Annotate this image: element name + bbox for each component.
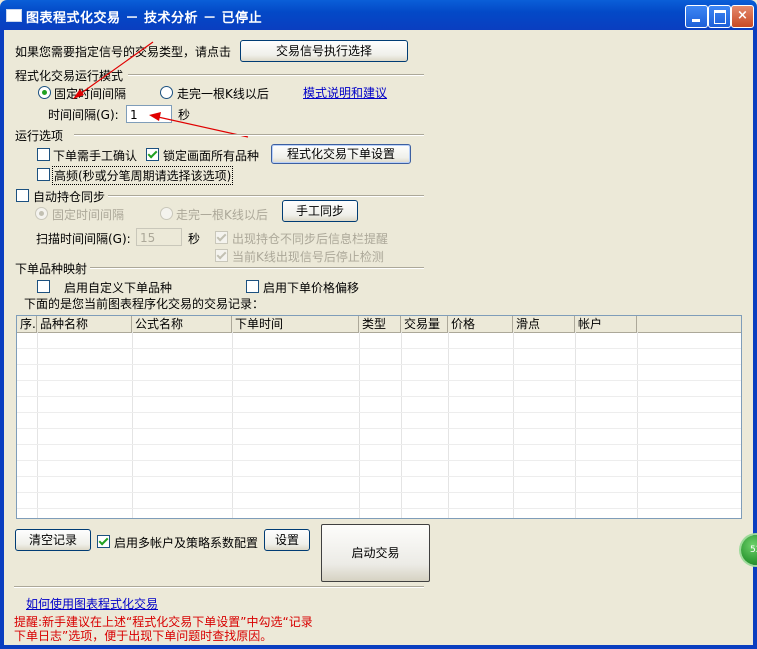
grid-row-line <box>17 364 741 365</box>
custom-symbol-label: 启用自定义下单品种 <box>64 281 173 295</box>
records-caption: 下面的是您当前图表程序化交易的交易记录： <box>24 297 265 311</box>
price-offset-label: 启用下单价格偏移 <box>263 281 360 295</box>
grid-column-line <box>575 332 576 518</box>
stop-on-signal-checkbox[interactable] <box>215 249 228 262</box>
grid-column-line <box>401 332 402 518</box>
col-type[interactable]: 类型 <box>359 316 401 332</box>
col-volume[interactable]: 交易量 <box>401 316 448 332</box>
sync-kline-radio[interactable] <box>160 207 173 220</box>
sync-fixed-label: 固定时间间隔 <box>52 208 125 222</box>
col-formula[interactable]: 公式名称 <box>132 316 232 332</box>
lock-all-label: 锁定画面所有品种 <box>163 149 260 163</box>
col-order-time[interactable]: 下单时间 <box>232 316 359 332</box>
col-symbol[interactable]: 品种名称 <box>37 316 132 332</box>
col-index[interactable]: 序. <box>17 316 37 332</box>
grid-column-line <box>232 332 233 518</box>
bottom-separator <box>14 586 424 588</box>
price-offset-checkbox[interactable] <box>246 280 259 293</box>
high-freq-checkbox[interactable] <box>37 168 50 181</box>
order-settings-button[interactable]: 程式化交易下单设置 <box>271 144 411 164</box>
grid-row-line <box>17 444 741 445</box>
stop-on-signal-label: 当前K线出现信号后停止检测 <box>232 250 384 264</box>
grid-row-line <box>17 380 741 381</box>
options-group-label: 运行选项 <box>15 129 64 143</box>
grid-row-line <box>17 428 741 429</box>
col-slippage[interactable]: 滑点 <box>513 316 575 332</box>
col-account[interactable]: 帐户 <box>575 316 637 332</box>
scan-interval-label: 扫描时间间隔(G): <box>36 232 131 246</box>
manual-sync-button[interactable]: 手工同步 <box>282 200 358 222</box>
manual-confirm-label: 下单需手工确认 <box>53 149 138 163</box>
grid-column-line <box>37 332 38 518</box>
scan-interval-unit: 秒 <box>188 232 201 246</box>
custom-symbol-checkbox[interactable] <box>37 280 50 293</box>
grid-column-line <box>132 332 133 518</box>
mapping-group-label: 下单品种映射 <box>15 262 88 276</box>
grid-row-line <box>17 476 741 477</box>
manual-confirm-checkbox[interactable] <box>37 148 50 161</box>
alert-mismatch-checkbox[interactable] <box>215 231 228 244</box>
warning-line-2: 下单日志”选项，便于出现下单问题时查找原因。 <box>14 629 273 643</box>
records-table[interactable]: 序. 品种名称 公式名称 下单时间 类型 交易量 价格 滑点 帐户 <box>16 315 742 519</box>
sync-kline-label: 走完一根K线以后 <box>176 208 268 222</box>
scan-interval-input[interactable]: 15 <box>136 228 182 246</box>
sync-fixed-radio[interactable] <box>35 207 48 220</box>
col-price[interactable]: 价格 <box>448 316 513 332</box>
sync-separator <box>108 195 424 197</box>
grid-column-line <box>359 332 360 518</box>
window: 图表程式化交易 － 技术分析 － 已停止 × 如果您需要指定信号的交易类型，请点… <box>0 0 757 649</box>
grid-column-line <box>637 332 638 518</box>
grid-row-line <box>17 348 741 349</box>
multi-account-label: 启用多帐户及策略系数配置 <box>114 536 259 550</box>
grid-row-line <box>17 412 741 413</box>
alert-mismatch-label: 出现持仓不同步后信息栏提醒 <box>232 232 389 246</box>
start-trading-button[interactable]: 启动交易 <box>321 524 430 582</box>
options-separator <box>74 134 424 136</box>
mapping-separator <box>90 267 424 269</box>
table-header: 序. 品种名称 公式名称 下单时间 类型 交易量 价格 滑点 帐户 <box>17 316 741 333</box>
grid-row-line <box>17 492 741 493</box>
lock-all-checkbox[interactable] <box>146 148 159 161</box>
settings-button[interactable]: 设置 <box>264 529 310 551</box>
grid-row-line <box>17 508 741 509</box>
grid-row-line <box>17 460 741 461</box>
auto-sync-checkbox[interactable] <box>16 189 29 202</box>
usage-help-link[interactable]: 如何使用图表程式化交易 <box>26 595 158 612</box>
multi-account-checkbox[interactable] <box>97 535 110 548</box>
grid-column-line <box>448 332 449 518</box>
grid-row-line <box>17 396 741 397</box>
clear-records-button[interactable]: 清空记录 <box>15 529 91 551</box>
grid-column-line <box>513 332 514 518</box>
high-freq-label: 高频(秒或分笔周期请选择该选项) <box>52 166 234 185</box>
auto-sync-label: 自动持仓同步 <box>33 190 106 204</box>
